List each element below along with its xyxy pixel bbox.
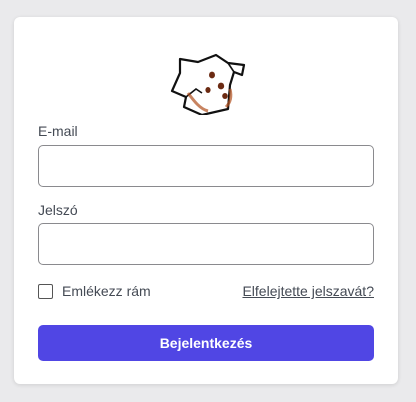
remember-me[interactable]: Emlékezz rám	[38, 283, 151, 299]
password-field[interactable]	[38, 223, 374, 265]
forgot-password-link[interactable]: Elfelejtette jelszavát?	[242, 283, 374, 299]
login-card: E-mail Jelszó Emlékezz rám Elfelejtette …	[14, 17, 398, 384]
email-label: E-mail	[38, 123, 78, 139]
remember-me-label: Emlékezz rám	[62, 283, 151, 299]
dog-logo-icon	[166, 49, 248, 117]
password-label: Jelszó	[38, 202, 78, 218]
email-field[interactable]	[38, 145, 374, 187]
login-button[interactable]: Bejelentkezés	[38, 325, 374, 361]
remember-me-checkbox[interactable]	[38, 283, 53, 299]
